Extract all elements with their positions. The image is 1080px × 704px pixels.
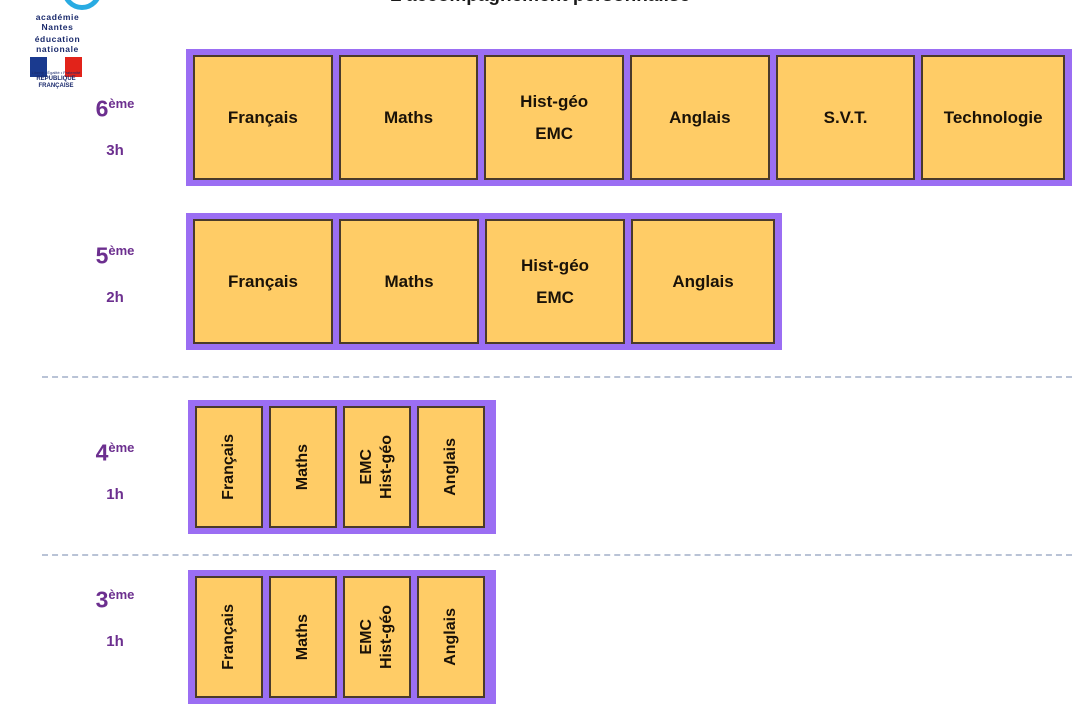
subject-label-line2: EMC [358,619,375,655]
level-hours: 1h [106,632,124,650]
subject-box[interactable]: Français [195,406,263,528]
subject-row-6eme: Français Maths Hist-géo EMC Anglais S.V.… [186,49,1072,186]
subject-label-line2: EMC [535,123,574,143]
logo-academy-name: Nantes [41,22,74,32]
subject-label-stack: Anglais [441,578,461,696]
subject-box[interactable]: Français [195,576,263,698]
subject-label-line1: Hist-géo [378,605,395,669]
logo-ministry-line1: éducation [34,34,81,44]
subject-label-line1: Hist-géo [521,255,590,275]
subject-label-stack: Hist-géo EMC [357,408,397,526]
subject-label-line1: Technologie [943,107,1043,127]
subject-box[interactable]: Hist-géo EMC [485,219,626,344]
subject-label-stack: Français [219,578,239,696]
subject-label-line1: Anglais [669,107,731,127]
level-label-6eme: 6ème 3h [55,92,175,159]
subject-box[interactable]: Maths [269,576,337,698]
subject-box[interactable]: Maths [269,406,337,528]
subject-box[interactable]: Maths [338,55,479,180]
level-hours: 1h [106,485,124,503]
circle-logo-icon [62,0,102,10]
subject-box[interactable]: Hist-géo EMC [343,406,411,528]
subject-row-4eme: Français Maths Hist-géo EMC Anglais [188,400,496,534]
subject-label-line1: Maths [294,443,311,491]
subject-label-line1: Français [227,107,298,127]
subject-label-line1: Français [228,271,298,291]
subject-box[interactable]: S.V.T. [775,55,916,180]
subject-label-line1: Maths [384,271,434,291]
subject-label-line1: Maths [383,107,434,127]
subject-label-line2: EMC [536,287,574,307]
subject-box[interactable]: Anglais [630,55,770,180]
level-label-5eme: 5ème 2h [55,239,175,306]
subject-box[interactable]: Français [193,55,333,180]
subject-label-line1: Maths [294,613,311,661]
row-separator [42,376,1072,378]
flag-subtitle-text: RÉPUBLIQUE FRANÇAISE [36,76,76,89]
subject-label-stack: Hist-géo EMC [357,578,397,696]
subject-label-line1: Anglais [442,438,459,496]
subject-box[interactable]: Hist-géo EMC [343,576,411,698]
level-label-4eme: 4ème 1h [55,436,175,503]
subject-label-line1: Anglais [442,608,459,666]
subject-box[interactable]: Hist-géo EMC [484,55,625,180]
subject-box[interactable]: Anglais [417,576,485,698]
flag-motto-text: Liberté • Égalité • Fraternité [31,70,81,75]
level-hours: 3h [106,141,124,159]
subject-box[interactable]: Anglais [417,406,485,528]
level-name: 4ème [95,439,135,466]
subject-label-stack: Maths [293,408,313,526]
level-name: 3ème [95,586,135,613]
subject-label-stack: Maths [293,578,313,696]
level-hours: 2h [106,288,124,306]
level-label-3eme: 3ème 1h [55,583,175,650]
logo-academy-label: académie [35,12,80,22]
row-separator [42,554,1072,556]
subject-label-stack: Français [219,408,239,526]
subject-box[interactable]: Technologie [921,55,1065,180]
level-name: 5ème [95,242,135,269]
subject-label-line1: Hist-géo [378,435,395,499]
level-name: 6ème [95,95,135,122]
subject-label-line1: Anglais [672,271,734,291]
subject-box[interactable]: Anglais [631,219,775,344]
subject-label-line1: Français [220,604,237,670]
subject-label-line1: Français [220,434,237,500]
page-title: L'accompagnement personnalisé [0,0,1080,7]
subject-label-stack: Anglais [441,408,461,526]
subject-row-3eme: Français Maths Hist-géo EMC Anglais [188,570,496,704]
logo-ministry-line2: nationale [36,44,79,54]
subject-box[interactable]: Français [193,219,334,344]
subject-label-line1: S.V.T. [823,107,868,127]
academy-logo: DE L'EDUCATION académie Nantes éducation… [0,0,120,89]
subject-label-line2: EMC [358,449,375,485]
subject-label-line1: Hist-géo [520,91,589,111]
subject-box[interactable]: Maths [339,219,480,344]
subject-row-5eme: Français Maths Hist-géo EMC Anglais [186,213,782,350]
